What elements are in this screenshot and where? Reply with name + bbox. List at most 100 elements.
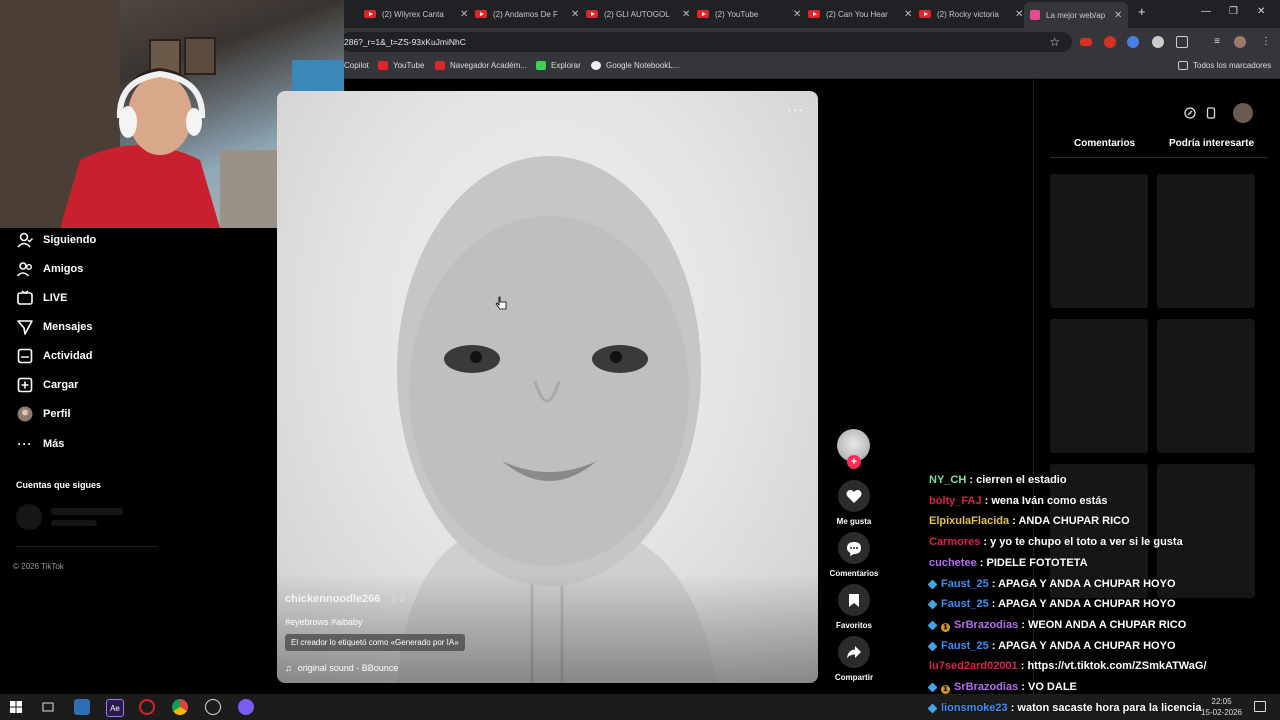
subscriber-badge-icon (927, 579, 938, 589)
bookmark-notebooklm[interactable]: Google NotebookL... (591, 61, 679, 70)
video-more-options-icon[interactable]: ··· (787, 101, 804, 117)
user-avatar[interactable] (1233, 103, 1253, 123)
close-window-icon[interactable]: ✕ (1257, 6, 1265, 17)
chat-username: NY_CH (929, 474, 967, 486)
minimize-icon[interactable]: — (1201, 6, 1211, 17)
sidebar-item-upload[interactable]: Cargar (16, 375, 78, 395)
following-icon (16, 231, 34, 249)
level-badge-icon: 1 (941, 622, 950, 632)
sidebar-item-activity[interactable]: Actividad (16, 346, 93, 366)
browser-tab[interactable]: (2) Andamos De F ✕ (475, 4, 579, 24)
follow-button[interactable]: + (847, 455, 861, 469)
chat-username: SrBrazodias (954, 681, 1019, 693)
tab-might-interest[interactable]: Podría interesarte (1169, 138, 1254, 149)
bookmark-icon (849, 593, 859, 607)
new-tab-button[interactable]: + (1138, 4, 1146, 19)
chat-username: cuchetee (929, 556, 977, 569)
chat-message: Faust_25 : APAGA Y ANDA A CHUPAR HOYO (927, 598, 1176, 611)
sidebar-item-following[interactable]: Siguiendo (16, 230, 96, 250)
app-icon[interactable] (74, 699, 90, 715)
video-player[interactable]: ··· chickennoodle266 · 2-2 #eyebrows #aib… (277, 91, 818, 683)
subscriber-badge-icon (927, 599, 938, 610)
bookmark-copilot[interactable]: Copilot (344, 61, 369, 70)
sidebar-item-live[interactable]: LIVE (16, 288, 67, 308)
music-note-icon: ♫ (285, 663, 292, 673)
extension-icon[interactable] (1152, 36, 1164, 48)
ai-generated-label: El creador lo etiquetó como «Generado po… (285, 634, 465, 651)
taskbar-clock[interactable]: 22:05 15-02-2026 (1201, 696, 1242, 718)
all-bookmarks[interactable]: Todos los marcadores (1178, 61, 1271, 70)
activity-icon (16, 347, 34, 365)
windows-start-icon[interactable] (8, 699, 24, 715)
close-tab-icon[interactable]: ✕ (793, 9, 801, 20)
video-music[interactable]: ♫ original sound - BBounce (285, 663, 398, 673)
chat-username: SrBrazodias (954, 618, 1019, 631)
chat-message: Faust_25 : APAGA Y ANDA A CHUPAR HOYO (927, 639, 1176, 652)
app-icon[interactable] (238, 699, 254, 715)
share-button[interactable]: Compartir (827, 636, 881, 682)
video-hashtags[interactable]: #eyebrows #aibaby (285, 617, 363, 627)
youtube-icon (586, 10, 598, 18)
youtube-icon (435, 61, 445, 70)
chat-username: ElpixulaFlacida (929, 515, 1010, 528)
copyright-text: © 2026 TikTok (13, 562, 64, 571)
close-tab-icon[interactable]: ✕ (904, 9, 912, 20)
sidebar-item-friends[interactable]: Amigos (16, 259, 83, 279)
opera-icon[interactable] (139, 699, 155, 715)
recommended-video-thumbnail[interactable] (1157, 174, 1255, 308)
recommended-video-thumbnail[interactable] (1050, 319, 1148, 453)
chrome-icon[interactable] (172, 699, 188, 715)
bookmark-navegador[interactable]: Navegador Académ... (435, 61, 527, 70)
tab-comments[interactable]: Comentarios (1074, 138, 1135, 149)
restore-icon[interactable]: ❐ (1229, 6, 1238, 17)
profile-avatar-icon[interactable] (1234, 36, 1246, 48)
close-tab-icon[interactable]: ✕ (1114, 10, 1122, 21)
browser-tab[interactable]: (2) Can You Hear ✕ (808, 4, 912, 24)
chat-username: bolty_FAJ (929, 494, 982, 507)
browser-tab[interactable]: (2) Wilyrex Canta ✕ (364, 4, 468, 24)
placeholder-line (51, 508, 123, 515)
browser-tab[interactable]: (2) YouTube ✕ (697, 4, 801, 24)
close-tab-icon[interactable]: ✕ (571, 9, 579, 20)
bookmark-star-icon[interactable]: ☆ (1049, 35, 1060, 49)
favorites-button[interactable]: Favoritos (827, 584, 881, 630)
sidebar-item-messages[interactable]: Mensajes (16, 317, 93, 337)
chat-username: Faust_25 (941, 639, 989, 652)
bookmark-explorar[interactable]: Explorar (536, 61, 581, 70)
extensions-puzzle-icon[interactable] (1176, 36, 1188, 48)
after-effects-icon[interactable]: Ae (106, 699, 124, 717)
app-icon[interactable] (205, 699, 221, 715)
chat-text: : https://vt.tiktok.com/ZSmkATWaG/ (1017, 660, 1207, 673)
chat-message: cuchetee : PIDELE FOTOTETA (929, 557, 1088, 569)
browser-menu-icon[interactable]: ⋮ (1260, 36, 1272, 48)
recommended-video-thumbnail[interactable] (1050, 174, 1148, 308)
extension-icon[interactable] (1127, 36, 1139, 48)
browser-tab[interactable]: (2) Rocky victoria ✕ (919, 4, 1023, 24)
extension-icon[interactable] (1104, 36, 1116, 48)
more-icon: ··· (17, 437, 33, 451)
browser-tab[interactable]: (2) GLI AUTOGOL ✕ (586, 4, 690, 24)
close-tab-icon[interactable]: ✕ (460, 9, 468, 20)
sidebar-item-more[interactable]: ··· Más (16, 434, 65, 454)
close-tab-icon[interactable]: ✕ (682, 9, 690, 20)
level-badge-icon: 1 (941, 685, 950, 694)
notifications-icon[interactable] (1254, 701, 1266, 712)
comments-button[interactable]: Comentarios (827, 532, 881, 578)
like-button[interactable]: Me gusta (827, 480, 881, 526)
browser-tab-active[interactable]: La mejor web/ap ✕ (1024, 2, 1129, 28)
media-control-icon[interactable]: ≡ (1211, 36, 1223, 48)
chat-username: Faust_25 (941, 598, 989, 611)
recommended-video-thumbnail[interactable] (1157, 319, 1255, 453)
close-tab-icon[interactable]: ✕ (1015, 9, 1023, 20)
task-view-icon[interactable] (40, 699, 56, 715)
auto-scroll-icon[interactable] (1180, 103, 1200, 123)
device-icon[interactable] (1201, 103, 1221, 123)
youtube-icon (475, 10, 487, 18)
youtube-icon (697, 10, 709, 18)
sidebar-item-profile[interactable]: Perfil (16, 404, 71, 424)
url-field[interactable]: 286?_r=1&_t=ZS-93xKuJmiNhC ☆ (340, 32, 1072, 52)
adblock-extension-icon[interactable] (1080, 38, 1092, 46)
chat-message: Faust_25 : APAGA Y ANDA A CHUPAR HOYO (927, 578, 1176, 590)
bookmark-youtube[interactable]: YouTube (378, 61, 424, 70)
video-author[interactable]: chickennoodle266 · 2-2 (285, 593, 405, 605)
